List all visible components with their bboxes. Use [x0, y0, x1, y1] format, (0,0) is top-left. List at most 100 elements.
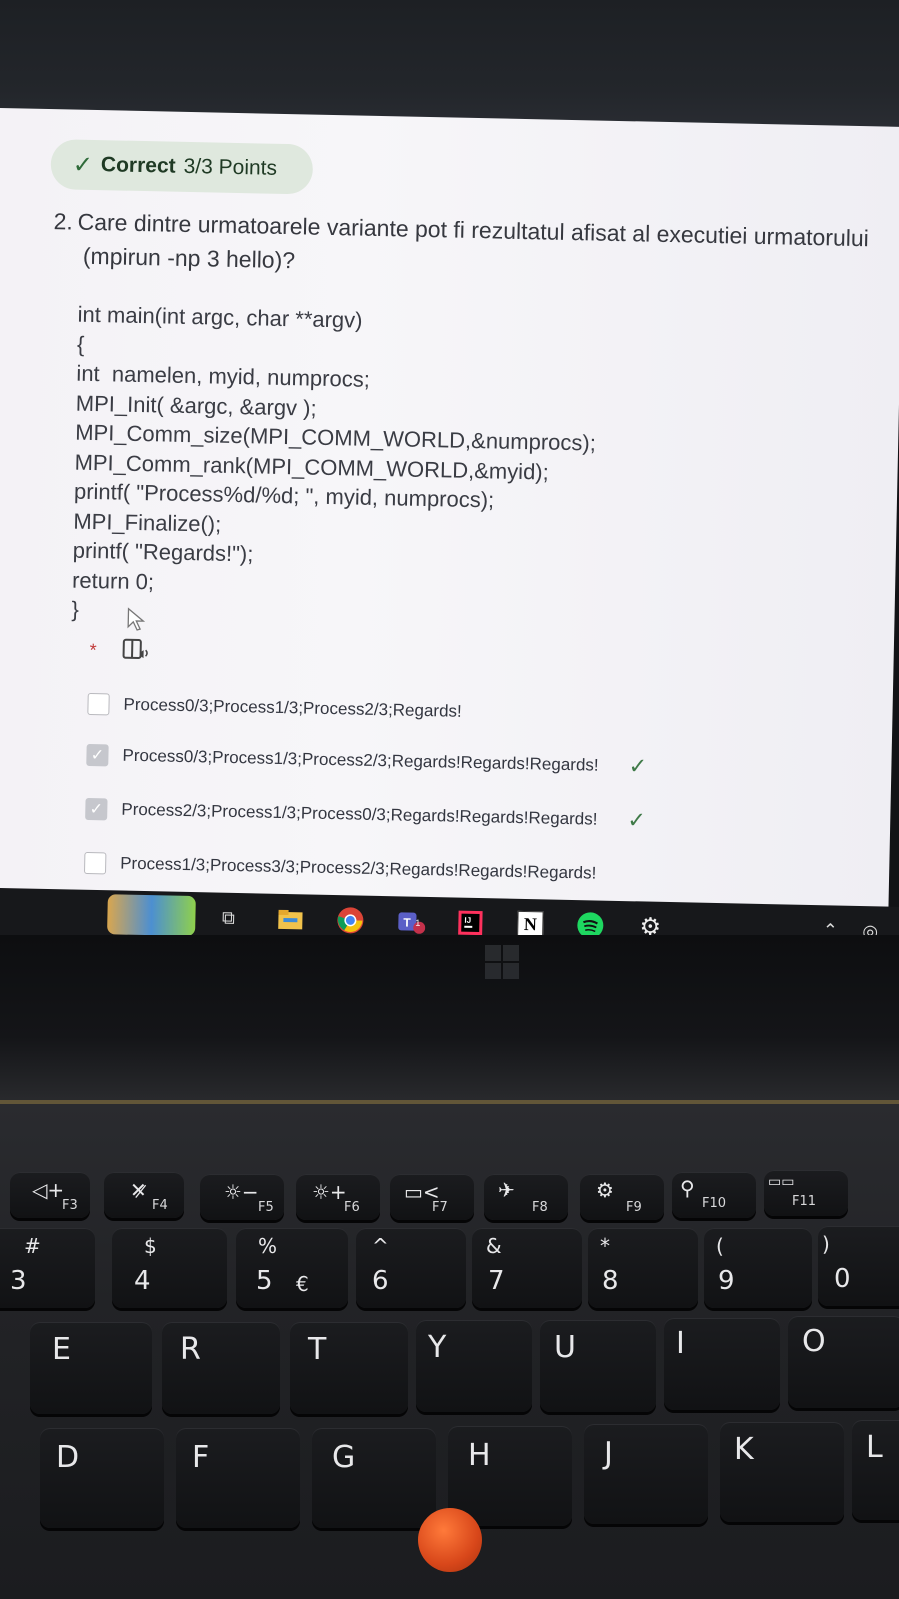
checkbox-unchecked[interactable] [87, 692, 110, 716]
key-e-label: E [52, 1332, 71, 1367]
file-explorer-icon[interactable] [275, 904, 306, 935]
key-e[interactable]: E [30, 1322, 152, 1414]
key-3-shift: # [24, 1234, 41, 1258]
answer-option-2[interactable]: ✓ Process0/3;Process1/3;Process2/3;Regar… [86, 740, 647, 782]
f8-label: F8 [532, 1200, 548, 1215]
key-f[interactable]: F [176, 1428, 300, 1528]
f4-label: F4 [152, 1198, 168, 1213]
task-view-icon[interactable]: ⧉ [213, 902, 244, 933]
key-f7[interactable]: ▭< F7 [390, 1174, 474, 1220]
chrome-icon[interactable] [335, 905, 366, 936]
key-y-label: Y [428, 1330, 447, 1365]
key-f11[interactable]: ▭▭ F11 [764, 1170, 848, 1216]
option-label: Process1/3;Process3/3;Process2/3;Regards… [120, 853, 597, 883]
f9-label: F9 [626, 1200, 642, 1215]
key-9-main: 9 [718, 1266, 735, 1296]
key-l[interactable]: L [852, 1420, 899, 1520]
key-f-label: F [192, 1440, 210, 1475]
key-5-main: 5 [256, 1266, 273, 1296]
teams-icon[interactable]: T 1 [395, 906, 426, 937]
key-0[interactable]: ) 0 [818, 1226, 899, 1306]
question-number: 2. [53, 208, 74, 235]
f6-label: F6 [344, 1200, 360, 1215]
key-i[interactable]: I [664, 1318, 780, 1410]
f11-label: F11 [792, 1194, 817, 1209]
key-d[interactable]: D [40, 1428, 164, 1528]
question-text: 2. Care dintre urmatoarele variante pot f… [53, 204, 899, 290]
f7-label: F7 [432, 1200, 448, 1215]
intellij-icon[interactable]: IJ [455, 908, 486, 939]
key-f5[interactable]: ☼− F5 [200, 1174, 284, 1220]
answer-option-3[interactable]: ✓ Process2/3;Process1/3;Process0/3;Regar… [85, 794, 646, 836]
key-8[interactable]: * 8 [588, 1228, 698, 1308]
f6-symbol: ☼+ [312, 1180, 347, 1204]
checkbox-checked[interactable]: ✓ [85, 797, 108, 821]
key-f3[interactable]: ◁+ F3 [10, 1172, 90, 1218]
trackpoint-nub[interactable] [418, 1508, 482, 1572]
key-r[interactable]: R [162, 1322, 280, 1414]
key-4[interactable]: $ 4 [112, 1228, 227, 1308]
key-6[interactable]: ^ 6 [356, 1228, 466, 1308]
teams-badge: 1 [415, 917, 421, 928]
windows-logo-icon [485, 945, 519, 979]
key-7-main: 7 [488, 1266, 505, 1296]
checkbox-unchecked[interactable] [83, 851, 107, 875]
key-5[interactable]: % 5 € [236, 1228, 348, 1308]
key-h-label: H [468, 1438, 491, 1473]
f10-label: F10 [702, 1196, 727, 1211]
key-0-shift: ) [822, 1232, 830, 1256]
browser-screen: ✓ Correct 3/3 Points 2. Care dintre urmat… [0, 108, 899, 927]
key-k[interactable]: K [720, 1422, 844, 1522]
key-f8[interactable]: ✈ F8 [484, 1174, 568, 1220]
svg-text:T: T [403, 915, 411, 929]
key-3[interactable]: # 3 [0, 1228, 95, 1308]
answer-option-1[interactable]: Process0/3;Process1/3;Process2/3;Regards… [87, 689, 462, 727]
code-block: int main(int argc, char **argv) { int na… [71, 300, 778, 639]
key-o-label: O [802, 1324, 826, 1359]
answer-option-4[interactable]: Process1/3;Process3/3;Process2/3;Regards… [83, 848, 597, 889]
key-f9[interactable]: ⚙ F9 [580, 1174, 664, 1220]
laptop-bezel [0, 935, 899, 1105]
key-0-main: 0 [834, 1264, 851, 1294]
key-3-main: 3 [10, 1266, 27, 1296]
key-u-label: U [554, 1330, 576, 1365]
key-u[interactable]: U [540, 1320, 656, 1412]
option-label: Process0/3;Process1/3;Process2/3;Regards… [123, 694, 462, 721]
widget-icon[interactable] [107, 894, 196, 937]
f8-symbol: ✈ [498, 1178, 515, 1202]
key-l-label: L [866, 1430, 883, 1465]
option-label: Process0/3;Process1/3;Process2/3;Regards… [122, 745, 599, 775]
score-badge: ✓ Correct 3/3 Points [50, 139, 314, 195]
key-j[interactable]: J [584, 1424, 708, 1524]
key-f6[interactable]: ☼+ F6 [296, 1174, 380, 1220]
key-g[interactable]: G [312, 1428, 436, 1528]
required-asterisk: * [89, 639, 97, 661]
key-f4[interactable]: ✕̷ F4 [104, 1172, 184, 1218]
f3-label: F3 [62, 1198, 78, 1213]
key-k-label: K [734, 1432, 754, 1467]
immersive-reader-icon[interactable] [121, 637, 152, 664]
mouse-cursor-icon [127, 607, 146, 631]
key-y[interactable]: Y [416, 1320, 532, 1412]
key-h[interactable]: H [448, 1426, 572, 1526]
correct-check-icon: ✓ [627, 807, 647, 833]
key-8-shift: * [600, 1234, 610, 1258]
key-9[interactable]: ( 9 [704, 1228, 812, 1308]
checkbox-checked[interactable]: ✓ [86, 743, 109, 767]
f5-label: F5 [258, 1200, 274, 1215]
f10-symbol: ⚲ [680, 1176, 695, 1200]
f9-symbol: ⚙ [596, 1178, 614, 1202]
option-label: Process2/3;Process1/3;Process0/3;Regards… [121, 799, 598, 829]
key-4-main: 4 [134, 1266, 151, 1296]
notion-letter: N [517, 910, 544, 938]
key-o[interactable]: O [788, 1316, 899, 1408]
key-f10[interactable]: ⚲ F10 [672, 1172, 756, 1218]
key-4-shift: $ [144, 1234, 157, 1258]
key-7[interactable]: & 7 [472, 1228, 582, 1308]
key-t[interactable]: T [290, 1322, 408, 1414]
key-j-label: J [604, 1436, 613, 1471]
f11-symbol: ▭▭ [768, 1174, 795, 1190]
key-r-label: R [180, 1332, 201, 1367]
correct-check-icon: ✓ [628, 753, 648, 779]
key-t-label: T [308, 1332, 327, 1367]
